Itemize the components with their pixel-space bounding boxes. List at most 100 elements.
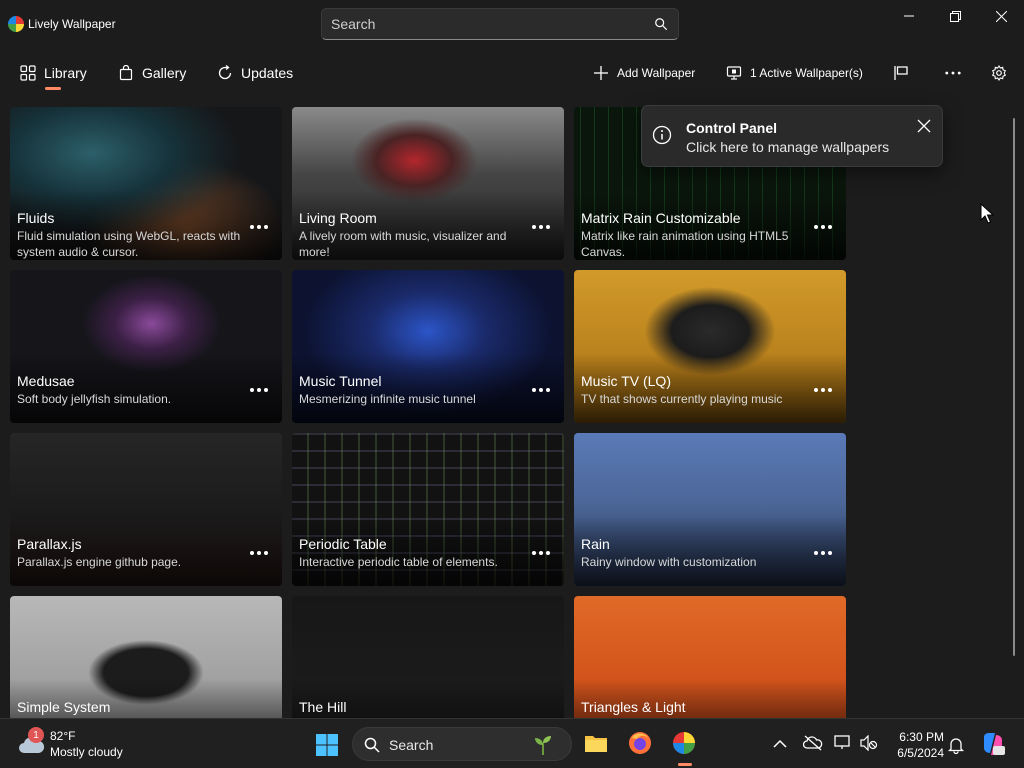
cloud-sync-icon[interactable]	[803, 735, 823, 751]
refresh-icon	[218, 65, 232, 80]
wallpaper-card[interactable]: Parallax.js Parallax.js engine github pa…	[10, 433, 282, 586]
scrollbar[interactable]	[1013, 118, 1015, 656]
wallpaper-description: Soft body jellyfish simulation.	[17, 392, 172, 406]
card-more-button[interactable]	[250, 549, 268, 557]
add-wallpaper-label: Add Wallpaper	[617, 66, 696, 80]
clock-date: 6/5/2024	[897, 746, 944, 760]
wallpaper-description: Rainy window with customization	[581, 555, 757, 569]
control-panel-toast[interactable]: Control Panel Click here to manage wallp…	[641, 105, 943, 167]
speaker-muted-icon[interactable]	[860, 735, 878, 751]
toast-message[interactable]: Click here to manage wallpapers	[686, 139, 889, 155]
taskbar-search-label: Search	[389, 737, 434, 753]
active-wallpapers-button[interactable]: 1 Active Wallpaper(s)	[726, 62, 863, 84]
card-more-button[interactable]	[532, 549, 550, 557]
display-icon[interactable]	[834, 735, 852, 751]
title-bar: Lively Wallpaper	[0, 0, 1024, 48]
wallpaper-card[interactable]: Fluids Fluid simulation using WebGL, rea…	[10, 107, 282, 260]
more-options-button[interactable]	[945, 62, 961, 84]
search-input[interactable]	[331, 9, 631, 39]
wallpaper-title: Music Tunnel	[299, 373, 382, 389]
search-icon	[364, 737, 380, 753]
search-box[interactable]	[321, 8, 679, 40]
wallpaper-description: Matrix like rain animation using HTML5 C…	[581, 229, 789, 259]
wallpaper-description: Interactive periodic table of elements.	[299, 555, 498, 569]
wallpaper-description: A lively room with music, visualizer and…	[299, 229, 507, 259]
wallpaper-title: Medusae	[17, 373, 75, 389]
weather-temperature[interactable]: 82°F	[50, 729, 75, 743]
chevron-up-icon[interactable]	[772, 737, 788, 751]
add-wallpaper-button[interactable]: Add Wallpaper	[593, 62, 695, 84]
more-icon	[945, 71, 961, 75]
wallpaper-card[interactable]: Music Tunnel Mesmerizing infinite music …	[292, 270, 564, 423]
wallpaper-title: Music TV (LQ)	[581, 373, 671, 389]
app-logo-icon	[8, 16, 24, 32]
close-icon	[995, 10, 1007, 22]
windows-start-icon[interactable]	[315, 733, 339, 757]
running-app-indicator	[678, 763, 692, 766]
weather-condition[interactable]: Mostly cloudy	[50, 745, 123, 759]
plant-icon	[535, 736, 551, 755]
tab-library-label: Library	[44, 65, 87, 81]
card-more-button[interactable]	[250, 386, 268, 394]
minimize-icon	[904, 15, 914, 17]
wallpaper-description: Parallax.js engine github page.	[17, 555, 182, 569]
search-icon[interactable]	[654, 17, 668, 31]
card-more-button[interactable]	[814, 549, 832, 557]
lively-wallpaper-taskbar-icon[interactable]	[671, 730, 697, 756]
shopping-bag-icon	[119, 65, 133, 81]
minimize-button[interactable]	[886, 0, 932, 32]
system-clock[interactable]: 6:30 PM 6/5/2024	[884, 729, 944, 761]
weather-badge: 1	[28, 727, 44, 743]
file-explorer-icon[interactable]	[583, 730, 609, 756]
card-more-button[interactable]	[532, 223, 550, 231]
grid-icon	[20, 65, 36, 81]
tab-updates[interactable]: Updates	[217, 62, 293, 84]
wallpaper-card[interactable]: Triangles & Light	[574, 596, 846, 718]
wallpaper-grid: Fluids Fluid simulation using WebGL, rea…	[0, 100, 1024, 718]
active-tab-indicator	[45, 87, 61, 90]
toast-close-icon[interactable]	[916, 118, 932, 134]
copilot-icon[interactable]	[980, 731, 1006, 757]
control-panel-button[interactable]	[893, 62, 909, 84]
wallpaper-card[interactable]: Periodic Table Interactive periodic tabl…	[292, 433, 564, 586]
wallpaper-description: Mesmerizing infinite music tunnel	[299, 392, 476, 406]
tab-library[interactable]: Library	[20, 62, 87, 84]
restore-icon	[949, 10, 961, 22]
wallpaper-title: Matrix Rain Customizable	[581, 210, 741, 226]
settings-button[interactable]	[991, 62, 1007, 84]
card-more-button[interactable]	[814, 223, 832, 231]
card-more-button[interactable]	[250, 223, 268, 231]
close-button[interactable]	[978, 0, 1024, 32]
toast-title: Control Panel	[686, 120, 778, 136]
navigation-bar: Library Gallery Updates Add Wallpaper 1 …	[0, 48, 1024, 131]
monitor-icon	[726, 66, 742, 80]
taskbar-search[interactable]: Search	[352, 727, 572, 761]
tab-updates-label: Updates	[241, 65, 294, 81]
card-more-button[interactable]	[532, 386, 550, 394]
restore-button[interactable]	[932, 0, 978, 32]
wallpaper-card[interactable]: Music TV (LQ) TV that shows currently pl…	[574, 270, 846, 423]
wallpaper-title: Rain	[581, 536, 610, 552]
flag-icon	[894, 66, 908, 80]
wallpaper-card[interactable]: Living Room A lively room with music, vi…	[292, 107, 564, 260]
plus-icon	[594, 66, 608, 80]
firefox-icon[interactable]	[627, 730, 653, 756]
wallpaper-title: Periodic Table	[299, 536, 387, 552]
wallpaper-description: Fluid simulation using WebGL, reacts wit…	[17, 229, 241, 259]
active-wallpapers-label: 1 Active Wallpaper(s)	[750, 66, 863, 80]
wallpaper-card[interactable]: Rain Rainy window with customization	[574, 433, 846, 586]
gear-icon	[991, 65, 1007, 81]
notification-bell-icon[interactable]	[948, 736, 964, 754]
wallpaper-title: Parallax.js	[17, 536, 82, 552]
app-title: Lively Wallpaper	[28, 17, 116, 31]
clock-time: 6:30 PM	[899, 730, 944, 744]
tab-gallery[interactable]: Gallery	[118, 62, 186, 84]
wallpaper-card[interactable]: Simple System	[10, 596, 282, 718]
wallpaper-card[interactable]: Medusae Soft body jellyfish simulation.	[10, 270, 282, 423]
card-more-button[interactable]	[814, 386, 832, 394]
wallpaper-card[interactable]: The Hill	[292, 596, 564, 718]
wallpaper-description: TV that shows currently playing music	[581, 392, 783, 406]
wallpaper-title: The Hill	[299, 699, 347, 715]
mouse-cursor-icon	[980, 203, 994, 224]
taskbar: 1 82°F Mostly cloudy Search 6:30 PM 6/5/…	[0, 718, 1024, 768]
